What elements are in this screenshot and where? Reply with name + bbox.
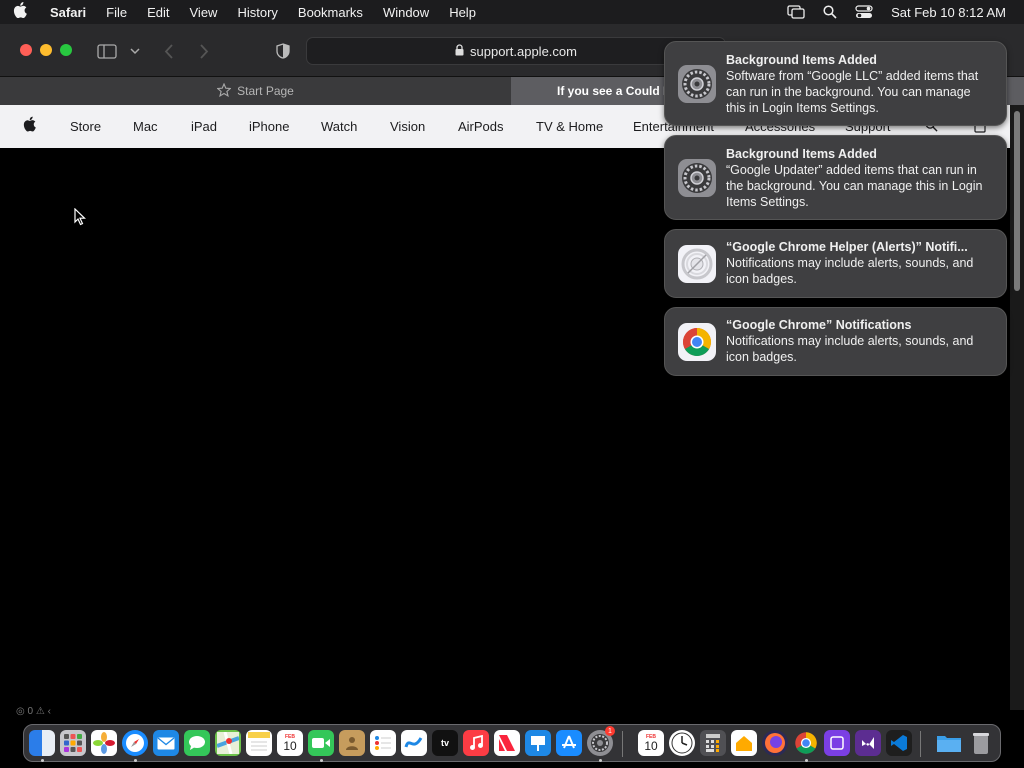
running-indicator	[134, 759, 137, 762]
spotlight-search-icon[interactable]	[813, 0, 847, 24]
firefox-icon[interactable]	[762, 730, 788, 756]
notification-background-items-google-llc[interactable]: Background Items Added Software from “Go…	[664, 41, 1007, 126]
menu-help[interactable]: Help	[439, 5, 486, 20]
visual-studio-icon[interactable]	[824, 730, 850, 756]
apple-tv-icon[interactable]: tv	[432, 730, 458, 756]
visual-studio-purple-icon[interactable]	[855, 730, 881, 756]
running-indicator	[805, 759, 808, 762]
dock: FEB 10 tv 1 FEB 10	[23, 724, 1001, 762]
reminders-icon[interactable]	[370, 730, 396, 756]
back-button-icon[interactable]	[160, 41, 178, 61]
notification-title: Background Items Added	[726, 53, 877, 67]
menu-edit[interactable]: Edit	[137, 5, 179, 20]
chrome-dock-icon[interactable]	[793, 730, 819, 756]
news-icon[interactable]	[494, 730, 520, 756]
menu-app-safari[interactable]: Safari	[40, 5, 96, 20]
music-icon[interactable]	[463, 730, 489, 756]
calendar-icon[interactable]: FEB 10	[277, 730, 303, 756]
mouse-cursor-icon	[74, 207, 86, 231]
notes-icon[interactable]	[246, 730, 272, 756]
contacts-icon[interactable]	[339, 730, 365, 756]
chrome-icon	[678, 323, 716, 361]
facetime-icon[interactable]	[308, 730, 334, 756]
menu-view[interactable]: View	[180, 5, 228, 20]
messages-icon[interactable]	[184, 730, 210, 756]
running-indicator	[599, 759, 602, 762]
home-icon[interactable]	[731, 730, 757, 756]
finder-icon[interactable]	[29, 730, 55, 756]
nav-watch[interactable]: Watch	[321, 119, 357, 134]
mail-icon[interactable]	[153, 730, 179, 756]
app-store-icon[interactable]	[556, 730, 582, 756]
screen-mirroring-icon[interactable]	[779, 0, 813, 24]
nav-tv-home[interactable]: TV & Home	[536, 119, 603, 134]
calendar-day-label: 10	[644, 738, 658, 753]
tab-label: If you see a Could No	[557, 84, 680, 98]
tab-label: Start Page	[237, 84, 294, 98]
forward-button-icon[interactable]	[195, 41, 213, 61]
apple-logo-icon[interactable]	[0, 116, 58, 137]
nav-iphone[interactable]: iPhone	[249, 119, 289, 134]
nav-store[interactable]: Store	[70, 119, 101, 134]
calendar-icon[interactable]: FEB 10	[638, 730, 664, 756]
nav-airpods[interactable]: AirPods	[458, 119, 504, 134]
trash-icon[interactable]	[968, 730, 994, 756]
status-bar: ◎ 0 ⚠ ‹	[16, 706, 51, 717]
sidebar-toggle-icon[interactable]	[96, 41, 118, 61]
zoom-window-button[interactable]	[60, 44, 72, 56]
scroll-thumb[interactable]	[1014, 111, 1020, 291]
menu-file[interactable]: File	[96, 5, 137, 20]
freeform-icon[interactable]	[401, 730, 427, 756]
apple-tv-label: tv	[440, 738, 449, 748]
clock-icon[interactable]	[669, 730, 695, 756]
privacy-shield-icon[interactable]	[273, 41, 293, 61]
running-indicator	[41, 759, 44, 762]
menubar-clock[interactable]: Sat Feb 10 8:12 AM	[881, 5, 1024, 20]
menu-bar: Safari File Edit View History Bookmarks …	[0, 0, 1024, 24]
vs-code-icon[interactable]	[886, 730, 912, 756]
dock-divider	[920, 731, 921, 757]
launchpad-icon[interactable]	[60, 730, 86, 756]
vertical-scrollbar[interactable]	[1010, 105, 1024, 710]
apple-menu-icon[interactable]	[0, 2, 40, 22]
notification-title: “Google Chrome Helper (Alerts)” Notifi..…	[726, 240, 968, 254]
safari-icon[interactable]	[122, 730, 148, 756]
photos-icon[interactable]	[91, 730, 117, 756]
keynote-icon[interactable]	[525, 730, 551, 756]
notification-badge: 1	[605, 726, 615, 736]
nav-vision[interactable]: Vision	[390, 119, 425, 134]
running-indicator	[320, 759, 323, 762]
nav-ipad[interactable]: iPad	[191, 119, 217, 134]
notification-background-items-google-updater[interactable]: Background Items Added “Google Updater” …	[664, 135, 1007, 220]
notification-body: Notifications may include alerts, sounds…	[726, 256, 974, 286]
chevron-down-icon[interactable]	[128, 43, 142, 59]
menu-bookmarks[interactable]: Bookmarks	[288, 5, 373, 20]
maps-icon[interactable]	[215, 730, 241, 756]
notification-title: Background Items Added	[726, 147, 877, 161]
notification-title: “Google Chrome” Notifications	[726, 318, 912, 332]
system-settings-icon	[678, 159, 716, 197]
calendar-day-label: 10	[283, 738, 297, 753]
notification-body: “Google Updater” added items that can ru…	[726, 163, 983, 209]
address-bar[interactable]: support.apple.com	[306, 37, 726, 65]
tab-start-page[interactable]: Start Page	[0, 77, 511, 105]
url-text: support.apple.com	[470, 43, 577, 59]
star-icon	[216, 82, 232, 100]
chrome-helper-icon	[678, 245, 716, 283]
lock-icon	[455, 43, 464, 59]
calculator-icon[interactable]	[700, 730, 726, 756]
notification-body: Software from “Google LLC” added items t…	[726, 69, 979, 115]
notification-chrome-helper-alerts[interactable]: “Google Chrome Helper (Alerts)” Notifi..…	[664, 229, 1007, 298]
downloads-folder-icon[interactable]	[936, 730, 962, 756]
nav-mac[interactable]: Mac	[133, 119, 158, 134]
menu-history[interactable]: History	[227, 5, 287, 20]
menu-window[interactable]: Window	[373, 5, 439, 20]
notification-body: Notifications may include alerts, sounds…	[726, 334, 974, 364]
close-window-button[interactable]	[20, 44, 32, 56]
notification-google-chrome[interactable]: “Google Chrome” Notifications Notificati…	[664, 307, 1007, 376]
dock-divider	[622, 731, 623, 757]
control-center-icon[interactable]	[847, 0, 881, 24]
system-settings-icon	[678, 65, 716, 103]
minimize-window-button[interactable]	[40, 44, 52, 56]
